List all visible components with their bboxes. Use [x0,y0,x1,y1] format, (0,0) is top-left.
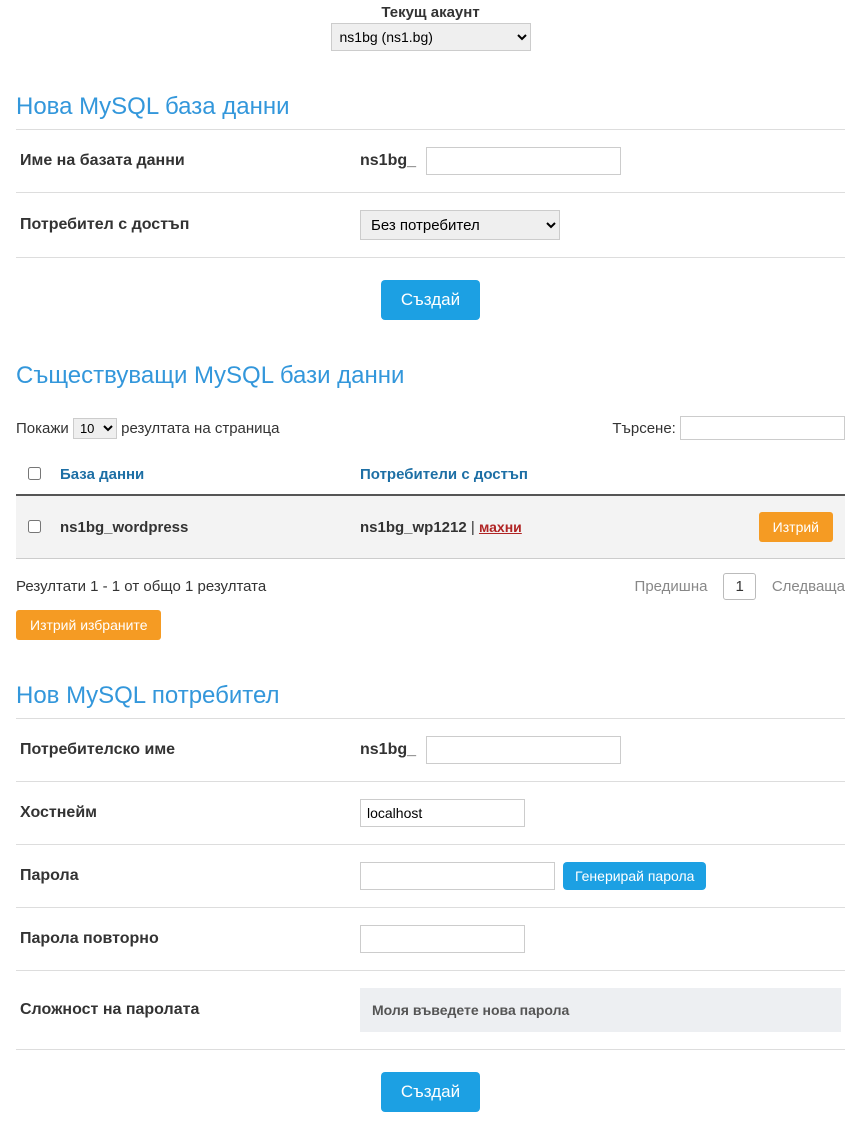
dbname-label: Име на базата данни [20,152,360,170]
create-user-button[interactable]: Създай [381,1072,480,1112]
pager-prev[interactable]: Предишна [635,578,708,595]
generate-password-button[interactable]: Генерирай парола [563,862,706,890]
current-account-label: Текущ акаунт [16,4,845,21]
pager-next[interactable]: Следваща [772,578,845,595]
delete-selected-button[interactable]: Изтрий избраните [16,610,161,640]
pager: Предишна 1 Следваща [635,573,845,600]
page-length-control: Покажи 10 резултата на страница [16,418,279,439]
password-complexity-msg: Моля въведете нова парола [360,988,841,1032]
databases-table: База данни Потребители с достъп ns1bg_wo… [16,454,845,559]
delete-db-button[interactable]: Изтрий [759,512,833,542]
table-row: ns1bg_wordpress ns1bg_wp1212 | махни Изт… [16,495,845,559]
hostname-input[interactable] [360,799,525,827]
dbname-prefix: ns1bg_ [360,152,416,170]
results-info: Резултати 1 - 1 от общо 1 резултата [16,578,266,595]
pager-page-1[interactable]: 1 [723,573,755,600]
page-length-select[interactable]: 10 [73,418,117,439]
password2-label: Парола повторно [20,930,360,948]
table-search-input[interactable] [680,416,845,440]
select-all-checkbox[interactable] [28,467,41,480]
col-header-users[interactable]: Потребители с достъп [352,454,735,495]
current-account-select[interactable]: ns1bg (ns1.bg) [331,23,531,51]
col-header-db[interactable]: База данни [52,454,352,495]
password-label: Парола [20,867,360,885]
password2-input[interactable] [360,925,525,953]
dbuser-label: Потребител с достъп [20,216,360,234]
section-title-newdb: Нова MySQL база данни [16,93,845,121]
table-search: Търсене: [612,416,845,440]
cell-dbname: ns1bg_wordpress [52,495,352,559]
cell-dbusers: ns1bg_wp1212 | махни [352,495,735,559]
section-title-newuser: Нов MySQL потребител [16,682,845,710]
remove-user-link[interactable]: махни [479,519,522,535]
create-db-button[interactable]: Създай [381,280,480,320]
username-prefix: ns1bg_ [360,741,416,759]
username-label: Потребителско име [20,741,360,759]
dbname-input[interactable] [426,147,621,175]
username-input[interactable] [426,736,621,764]
dbuser-select[interactable]: Без потребител [360,210,560,240]
password-input[interactable] [360,862,555,890]
section-title-existing: Съществуващи MySQL бази данни [16,362,845,390]
row-checkbox[interactable] [28,520,41,533]
hostname-label: Хостнейм [20,804,360,822]
complexity-label: Сложност на паролата [20,1001,360,1019]
